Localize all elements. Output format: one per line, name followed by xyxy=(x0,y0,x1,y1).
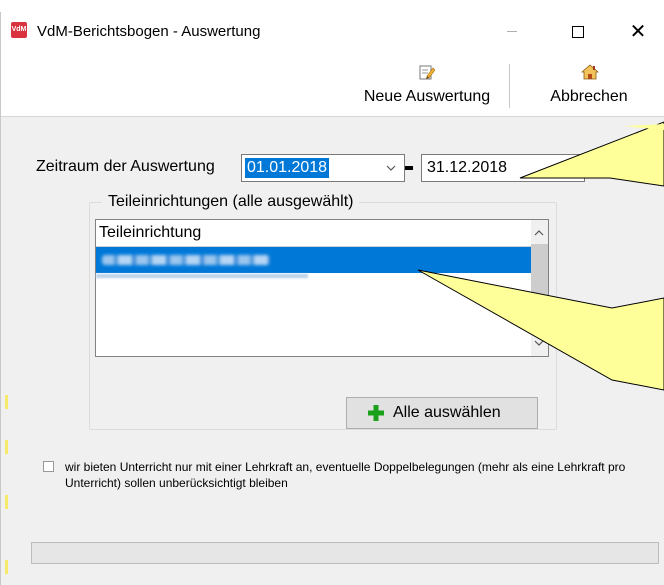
plus-icon xyxy=(368,405,384,421)
select-all-label: Alle auswählen xyxy=(393,404,501,421)
select-all-button[interactable]: Alle auswählen xyxy=(346,397,538,429)
minimize-button[interactable] xyxy=(489,12,535,54)
toolbar-separator xyxy=(509,64,510,108)
edge-mark xyxy=(5,440,8,454)
redacted-underline xyxy=(96,274,308,278)
app-icon: VdM xyxy=(11,22,27,38)
list-scrollbar[interactable] xyxy=(531,220,548,356)
scrollbar-thumb[interactable] xyxy=(531,244,548,310)
subunits-list[interactable]: Teileinrichtung xyxy=(95,219,549,357)
single-teacher-checkbox[interactable] xyxy=(43,461,54,472)
edge-mark xyxy=(5,395,8,409)
period-row: Zeitraum der Auswertung 01.01.2018 31.12… xyxy=(1,150,664,184)
date-from-picker[interactable]: 01.01.2018 xyxy=(241,154,405,182)
report-window: VdM VdM-Berichtsbogen - Auswertung ✕ Neu… xyxy=(0,12,664,585)
chevron-down-icon[interactable] xyxy=(534,338,544,348)
chevron-up-icon[interactable] xyxy=(534,228,544,238)
cancel-label: Abbrechen xyxy=(550,88,628,105)
cancel-button[interactable]: Abbrechen xyxy=(531,62,647,112)
date-to-value: 31.12.2018 xyxy=(427,159,508,176)
close-button[interactable]: ✕ xyxy=(615,12,661,54)
single-teacher-option-text: wir bieten Unterricht nur mit einer Lehr… xyxy=(65,460,626,490)
range-dash xyxy=(405,166,413,170)
chevron-down-icon[interactable] xyxy=(566,163,576,173)
date-from-value: 01.01.2018 xyxy=(245,158,330,178)
subunits-group-title: Teileinrichtungen (alle ausgewählt) xyxy=(102,193,360,211)
edit-document-icon xyxy=(419,65,435,80)
new-report-button[interactable]: Neue Auswertung xyxy=(347,62,507,112)
period-label: Zeitraum der Auswertung xyxy=(36,158,215,175)
home-icon xyxy=(581,64,599,80)
edge-mark xyxy=(5,560,8,574)
list-column-header[interactable]: Teileinrichtung xyxy=(96,220,533,247)
chevron-down-icon[interactable] xyxy=(386,163,396,173)
new-report-label: Neue Auswertung xyxy=(363,88,491,105)
window-title: VdM-Berichtsbogen - Auswertung xyxy=(37,23,261,40)
subunits-group: Teileinrichtungen (alle ausgewählt) Teil… xyxy=(89,193,557,430)
maximize-button[interactable] xyxy=(555,12,601,54)
list-item-selected[interactable] xyxy=(96,247,531,273)
toolbar: Neue Auswertung Abbrechen xyxy=(1,54,664,117)
progress-bar xyxy=(31,542,659,564)
date-to-picker[interactable]: 31.12.2018 xyxy=(421,154,585,182)
edge-mark xyxy=(5,495,8,509)
title-bar[interactable]: VdM VdM-Berichtsbogen - Auswertung ✕ xyxy=(1,12,664,54)
redacted-text xyxy=(102,255,270,265)
